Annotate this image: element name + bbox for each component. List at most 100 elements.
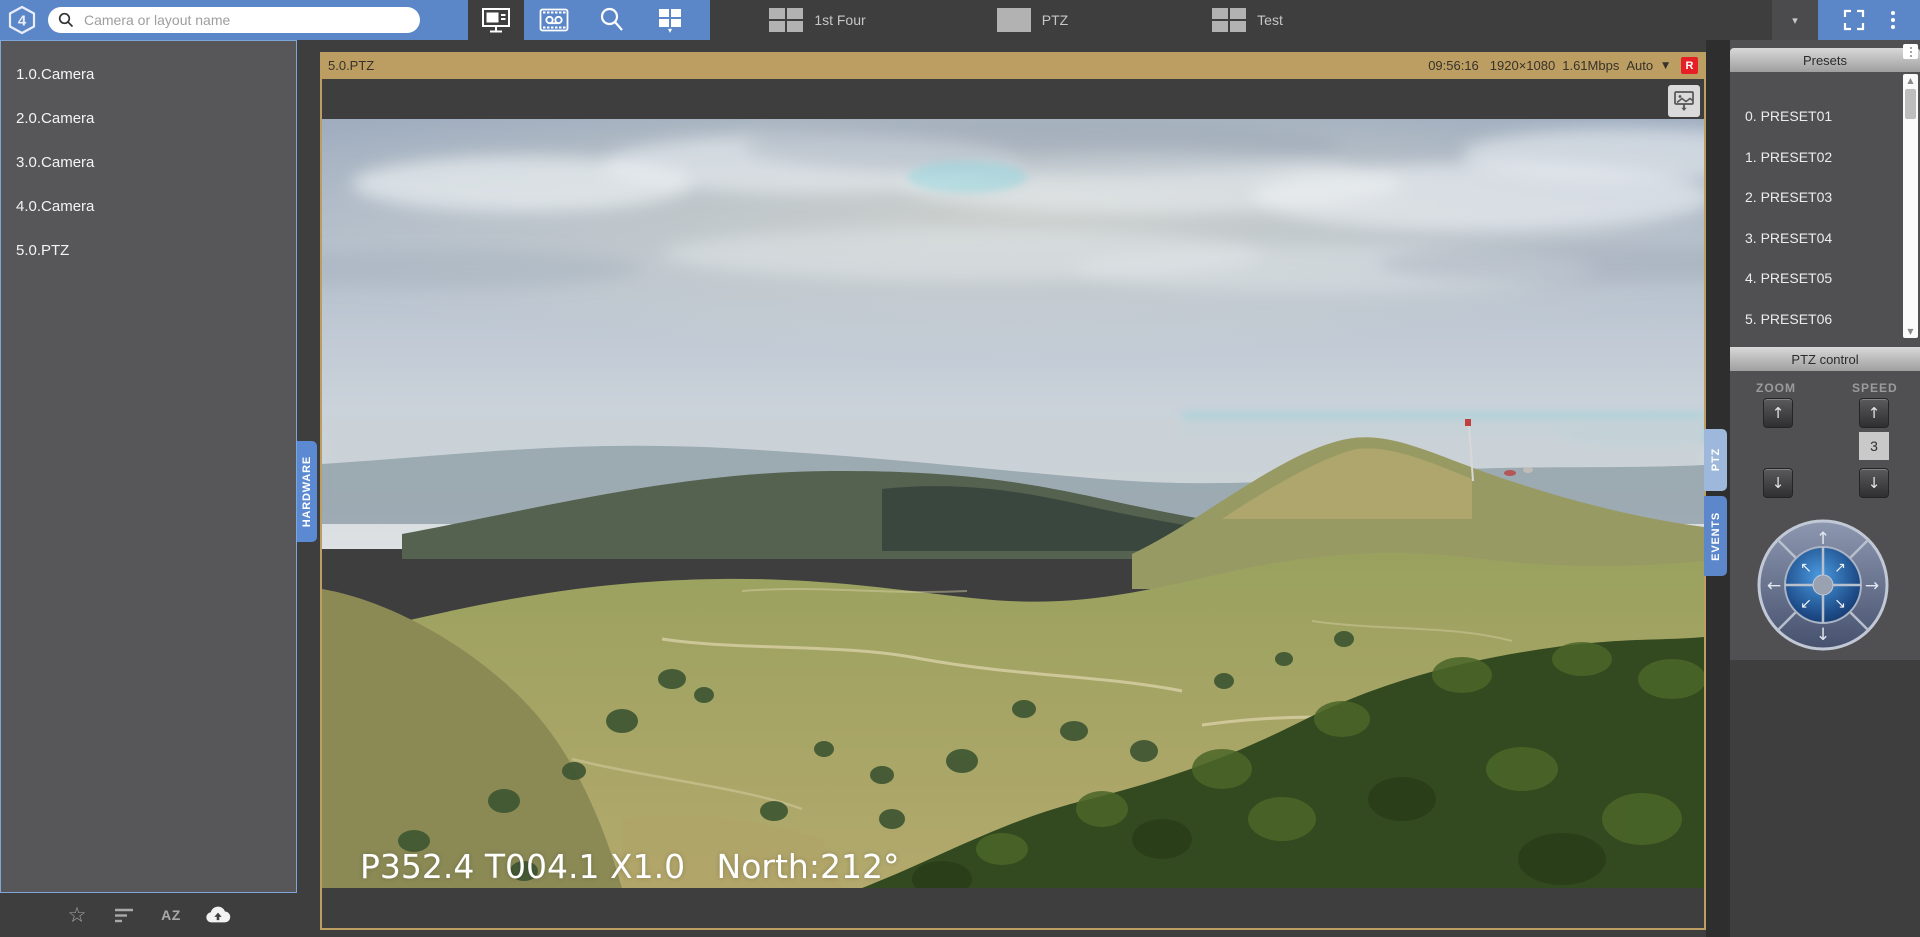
pan-down-left-icon[interactable]: ↙ <box>1800 596 1812 612</box>
pan-up-right-icon[interactable]: ↗ <box>1834 560 1846 576</box>
scrollbar-thumb[interactable] <box>1905 89 1916 119</box>
speed-up-button[interactable]: ↑ <box>1859 398 1889 428</box>
preset-item[interactable]: 4. PRESET05 <box>1730 258 1902 299</box>
hardware-tab-label: HARDWARE <box>301 456 313 527</box>
camera-list-item[interactable]: 3.0.Camera <box>1 140 296 184</box>
topbar-dropdown-button[interactable]: ▾ <box>1772 0 1818 40</box>
ptz-side-tab[interactable]: PTZ <box>1704 429 1727 491</box>
events-tab-label: EVENTS <box>1710 512 1722 561</box>
preset-scrollbar[interactable]: ▲ ▼ <box>1903 74 1918 338</box>
svg-text:4: 4 <box>18 13 27 30</box>
fullscreen-icon[interactable] <box>1843 9 1865 31</box>
layout-tab-label: 1st Four <box>814 12 865 28</box>
layout-tab-test[interactable]: Test <box>1140 0 1355 40</box>
ptz-osd-text: P352.4 T004.1 X1.0 North:212° <box>360 847 899 886</box>
scroll-up-icon[interactable]: ▲ <box>1903 76 1918 85</box>
sort-alphabetical-icon[interactable]: AZ <box>158 902 184 928</box>
presets-header: Presets <box>1730 48 1920 72</box>
arrow-up-icon: ↑ <box>1772 404 1785 422</box>
kebab-menu-icon[interactable] <box>1891 11 1895 29</box>
sidebar-toolbar: ☆ AZ <box>0 893 297 937</box>
chevron-down-icon: ▾ <box>1792 14 1798 27</box>
camera-list-item[interactable]: 1.0.Camera <box>1 52 296 96</box>
speed-label: SPEED <box>1852 381 1898 395</box>
grid-2x2-icon <box>769 8 803 32</box>
layouts-caret-icon: ▾ <box>668 29 672 33</box>
layout-tab-label: Test <box>1257 12 1283 28</box>
layout-tab-label: PTZ <box>1042 12 1068 28</box>
magnifier-icon <box>598 6 626 34</box>
preset-scroll-grip[interactable] <box>1903 44 1918 59</box>
ptz-control-header: PTZ control <box>1730 347 1920 371</box>
zoom-out-button[interactable]: ↓ <box>1763 468 1793 498</box>
grid-2x2-icon <box>1212 8 1246 32</box>
ptz-joystick[interactable]: ↑ ↓ ← → ↖ ↗ ↙ ↘ <box>1755 517 1891 653</box>
pan-right-icon[interactable]: → <box>1865 576 1879 596</box>
pan-down-icon[interactable]: ↓ <box>1816 625 1830 645</box>
recording-badge: R <box>1681 57 1698 74</box>
camera-list-panel: 1.0.Camera 2.0.Camera 3.0.Camera 4.0.Cam… <box>0 40 297 893</box>
preset-item[interactable]: 2. PRESET03 <box>1730 177 1902 218</box>
zoom-label: ZOOM <box>1756 381 1796 395</box>
ptz-control-header-label: PTZ control <box>1791 352 1858 367</box>
camera-list-item[interactable]: 5.0.PTZ <box>1 228 296 272</box>
app-logo-icon[interactable]: 4 <box>7 5 37 35</box>
layouts-button[interactable]: ▾ <box>642 0 698 40</box>
video-tile[interactable]: 5.0.PTZ 09:56:16 1920×1080 1.61Mbps Auto… <box>320 52 1706 930</box>
video-resolution: 1920×1080 <box>1490 58 1555 73</box>
single-pane-icon <box>997 8 1031 32</box>
stream-caret-icon[interactable]: ▼ <box>1662 61 1669 71</box>
favorites-star-icon[interactable]: ☆ <box>64 902 90 928</box>
search-icon <box>58 12 74 28</box>
layout-tab-1st-four[interactable]: 1st Four <box>710 0 925 40</box>
preset-item[interactable]: 5. PRESET06 <box>1730 299 1902 340</box>
landscape-video-image <box>322 119 1704 888</box>
camera-video-frame[interactable]: P352.4 T004.1 X1.0 North:212° <box>322 119 1704 888</box>
search-view-button[interactable] <box>584 0 640 40</box>
arrow-down-icon: ↓ <box>1868 474 1881 492</box>
monitor-icon <box>481 7 511 34</box>
speed-down-button[interactable]: ↓ <box>1859 468 1889 498</box>
snapshot-button[interactable] <box>1668 85 1700 117</box>
speed-value: 3 <box>1859 432 1889 460</box>
zoom-in-button[interactable]: ↑ <box>1763 398 1793 428</box>
video-tile-meta: 09:56:16 1920×1080 1.61Mbps Auto ▼ R <box>1428 57 1698 74</box>
preset-item[interactable]: 0. PRESET01 <box>1730 96 1902 137</box>
live-view-button[interactable] <box>468 0 524 40</box>
search-box <box>48 7 420 33</box>
camera-list-item[interactable]: 2.0.Camera <box>1 96 296 140</box>
pan-down-right-icon[interactable]: ↘ <box>1834 596 1846 612</box>
camera-list-item[interactable]: 4.0.Camera <box>1 184 296 228</box>
video-tile-body: P352.4 T004.1 X1.0 North:212° <box>320 79 1706 930</box>
layout-tabs: 1st Four PTZ Test <box>710 0 1355 40</box>
ptz-tab-label: PTZ <box>1710 448 1722 471</box>
layout-grid-icon <box>658 8 682 28</box>
save-image-icon <box>1673 90 1695 112</box>
video-tile-titlebar[interactable]: 5.0.PTZ 09:56:16 1920×1080 1.61Mbps Auto… <box>320 52 1706 79</box>
sort-filter-icon[interactable] <box>111 902 137 928</box>
camera-list: 1.0.Camera 2.0.Camera 3.0.Camera 4.0.Cam… <box>1 41 296 272</box>
layout-tab-ptz[interactable]: PTZ <box>925 0 1140 40</box>
video-stream-mode: Auto <box>1626 58 1653 73</box>
top-bar: 4 <box>0 0 1920 40</box>
pan-left-icon[interactable]: ← <box>1767 576 1781 596</box>
cloud-upload-icon[interactable] <box>205 902 231 928</box>
pan-up-left-icon[interactable]: ↖ <box>1800 560 1812 576</box>
video-bitrate: 1.61Mbps <box>1562 58 1619 73</box>
hardware-side-tab[interactable]: HARDWARE <box>297 441 317 542</box>
presets-header-label: Presets <box>1803 53 1847 68</box>
recordings-tape-icon <box>539 8 569 32</box>
recordings-button[interactable] <box>526 0 582 40</box>
search-input[interactable] <box>82 11 410 29</box>
arrow-down-icon: ↓ <box>1772 474 1785 492</box>
arrow-up-icon: ↑ <box>1868 404 1881 422</box>
events-side-tab[interactable]: EVENTS <box>1704 496 1727 576</box>
video-tile-title: 5.0.PTZ <box>328 58 374 73</box>
preset-item[interactable]: 3. PRESET04 <box>1730 218 1902 259</box>
top-bar-right-section <box>1818 0 1920 40</box>
video-time: 09:56:16 <box>1428 58 1479 73</box>
pan-up-icon[interactable]: ↑ <box>1816 529 1830 549</box>
preset-item[interactable]: 1. PRESET02 <box>1730 137 1902 178</box>
scroll-down-icon[interactable]: ▼ <box>1903 327 1918 336</box>
preset-list: 0. PRESET01 1. PRESET02 2. PRESET03 3. P… <box>1730 96 1902 339</box>
